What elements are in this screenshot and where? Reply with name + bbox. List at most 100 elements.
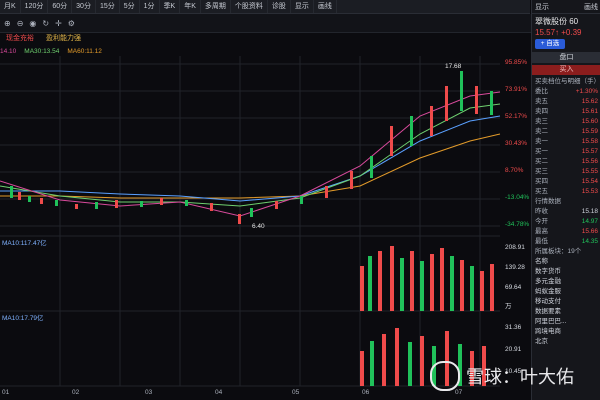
toolbar-item-5min[interactable]: 5分 [120,0,140,13]
orderbook-subtitle-text: 买卖档位与明细（手） [535,78,600,85]
toolbar-item-draw[interactable]: 画线 [314,0,337,13]
board-row-5-text: 数据要素 [535,308,561,315]
board-row-2[interactable]: 多元金融 [532,277,600,287]
right-axis-vol1-1: 139.28 [505,264,525,271]
board-row-0: 名称 [532,257,600,267]
toolbar: 月K 120分 60分 30分 15分 5分 1分 季K 年K 多周期 个股资料… [0,0,530,14]
board-row-6[interactable]: 阿里巴巴... [532,317,600,327]
board-row-5[interactable]: 数据要素 [532,307,600,317]
board-row-0-text: 名称 [535,258,548,265]
toolbar-item-profile[interactable]: 个股资料 [231,0,268,13]
kline-chart[interactable]: 17.68 6.40 95.85% 73.91% 52.17% 30.43% 8… [0,46,530,396]
tag-tabs: 现金充裕 盈利能力强 [0,33,530,45]
toolbar-item-1min[interactable]: 1分 [140,0,160,13]
ob-row-4: 卖二 15.59 [532,127,600,137]
buy-button[interactable]: 买入 [532,65,600,75]
bottom-axis-1: 02 [72,389,80,396]
ob-row-0-k: 委比 [535,88,548,95]
toolbar-item-display[interactable]: 显示 [291,0,314,13]
orderbook-title: 盘口 [532,52,600,63]
ob-row-5-k: 卖一 [535,138,548,145]
ob-row-10: 买五 15.53 [532,187,600,197]
right-panel-header: 显示 画线 [532,0,600,14]
toolbar-item-120min[interactable]: 120分 [21,0,49,13]
ob-row-2-k: 卖四 [535,108,548,115]
vol-ma-label-1: MA10:117.47亿 [2,238,47,247]
right-axis-vol2-0: 31.36 [505,324,522,331]
right-axis-top-3: 30.43% [505,140,527,147]
toolbar-item-30min[interactable]: 30分 [72,0,96,13]
ob-row-3: 卖三 15.60 [532,117,600,127]
tag-cash-rich[interactable]: 现金充裕 [0,33,40,45]
right-panel: 显示 画线 翠微股份 60 15.57↑ +0.39 + 自选 盘口 买入 买卖… [531,0,600,400]
right-panel-display[interactable]: 显示 [535,2,549,12]
stock-price: 15.57↑ +0.39 [535,28,582,37]
ob-row-5: 卖一 15.58 [532,137,600,147]
right-axis-top-4: 8.70% [505,167,524,174]
board-title-text: 所属板块：19个 [535,248,582,255]
quote-row-3-v: 14.35 [581,238,598,245]
ob-row-9: 买四 15.54 [532,177,600,187]
ob-row-10-v: 15.53 [581,188,598,195]
ob-row-6: 买一 15.57 [532,147,600,157]
ob-row-3-k: 卖三 [535,118,548,125]
board-row-6-text: 阿里巴巴... [535,318,567,325]
ob-row-7: 买二 15.56 [532,157,600,167]
right-axis-top-1: 73.91% [505,86,527,93]
board-row-3[interactable]: 蚂蚁金服 [532,287,600,297]
board-title: 所属板块：19个 [532,247,600,257]
toolbar-item-quarter[interactable]: 季K [160,0,181,13]
board-row-7[interactable]: 跨境电商 [532,327,600,337]
ob-row-0-v: +1.30% [575,88,598,95]
toolbar-item-year[interactable]: 年K [180,0,201,13]
bottom-axis-5: 06 [362,389,370,396]
right-panel-draw[interactable]: 画线 [584,2,598,12]
ma-legend-2: MA60:11.12 [67,48,102,55]
zoom-out-icon[interactable]: ⊖ [17,19,24,28]
tag-profitability[interactable]: 盈利能力强 [40,33,87,45]
ob-row-7-k: 买二 [535,158,548,165]
watermark: 雪球：叶大佑 [430,356,600,396]
toolbar-item-60min[interactable]: 60分 [48,0,73,13]
annotation-low: 6.40 [252,223,265,230]
crosshair-icon[interactable]: ✛ [55,19,62,28]
right-axis-top-2: 52.17% [505,113,527,120]
toolbar-item-diagnosis[interactable]: 诊股 [268,0,291,13]
board-row-4[interactable]: 移动支付 [532,297,600,307]
stock-code-text: 60 [569,17,579,26]
ma-legend-0: 14.10 [0,48,17,55]
settings-icon[interactable]: ⚙ [68,19,75,28]
watermark-text: 雪球：叶大佑 [466,367,574,387]
ob-row-0: 委比 +1.30% [532,87,600,97]
board-row-7-text: 跨境电商 [535,328,561,335]
ob-row-6-k: 买一 [535,148,548,155]
ob-row-6-v: 15.57 [581,148,598,155]
board-row-1[interactable]: 数字货币 [532,267,600,277]
eye-icon[interactable]: ◉ [29,19,36,28]
zoom-in-icon[interactable]: ⊕ [4,19,11,28]
quote-row-1-v: 14.97 [581,218,598,225]
bottom-axis-2: 03 [145,389,153,396]
secondary-toolbar: ⊕ ⊖ ◉ ↻ ✛ ⚙ [0,14,534,33]
refresh-icon[interactable]: ↻ [42,19,49,28]
toolbar-item-month[interactable]: 月K [0,0,21,13]
board-row-1-text: 数字货币 [535,268,561,275]
toolbar-item-multi-period[interactable]: 多周期 [201,0,231,13]
board-row-8[interactable]: 北京 [532,337,600,347]
bottom-axis-3: 04 [215,389,223,396]
toolbar-item-15min[interactable]: 15分 [96,0,120,13]
right-axis-top-6: -34.78% [505,221,529,228]
ob-row-4-k: 卖二 [535,128,548,135]
right-axis-vol2-1: 20.91 [505,346,522,353]
quote-row-1: 今开 14.97 [532,217,600,227]
bottom-axis-4: 05 [292,389,300,396]
quote-row-2-k: 最高 [535,228,548,235]
ob-row-1: 卖五 15.62 [532,97,600,107]
orderbook-subtitle: 买卖档位与明细（手） [532,77,600,87]
quote-row-0-v: 15.18 [581,208,598,215]
ma-legend-1: MA30:13.54 [24,48,60,55]
right-axis-vol1-2: 69.64 [505,284,522,291]
ob-row-3-v: 15.60 [581,118,598,125]
add-watchlist-button[interactable]: + 自选 [535,39,565,49]
board-row-3-text: 蚂蚁金服 [535,288,561,295]
